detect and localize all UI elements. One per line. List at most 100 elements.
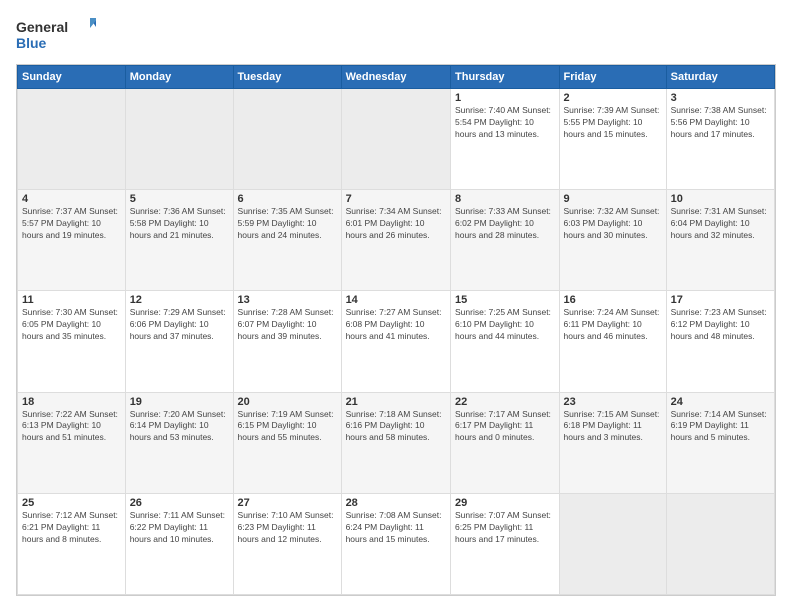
- calendar-week-row: 18Sunrise: 7:22 AM Sunset: 6:13 PM Dayli…: [18, 392, 775, 493]
- day-number: 26: [130, 497, 229, 509]
- calendar-cell: [125, 89, 233, 190]
- calendar-cell: [341, 89, 450, 190]
- day-info: Sunrise: 7:32 AM Sunset: 6:03 PM Dayligh…: [564, 206, 662, 242]
- calendar-cell: [559, 493, 666, 594]
- weekday-header: Wednesday: [341, 66, 450, 89]
- day-info: Sunrise: 7:22 AM Sunset: 6:13 PM Dayligh…: [22, 409, 121, 445]
- day-number: 21: [346, 396, 446, 408]
- calendar-cell: 28Sunrise: 7:08 AM Sunset: 6:24 PM Dayli…: [341, 493, 450, 594]
- day-number: 5: [130, 193, 229, 205]
- day-info: Sunrise: 7:15 AM Sunset: 6:18 PM Dayligh…: [564, 409, 662, 445]
- day-number: 14: [346, 294, 446, 306]
- day-number: 4: [22, 193, 121, 205]
- day-info: Sunrise: 7:35 AM Sunset: 5:59 PM Dayligh…: [238, 206, 337, 242]
- calendar-cell: 15Sunrise: 7:25 AM Sunset: 6:10 PM Dayli…: [451, 291, 560, 392]
- day-info: Sunrise: 7:17 AM Sunset: 6:17 PM Dayligh…: [455, 409, 555, 445]
- calendar-cell: 29Sunrise: 7:07 AM Sunset: 6:25 PM Dayli…: [451, 493, 560, 594]
- day-number: 12: [130, 294, 229, 306]
- day-info: Sunrise: 7:10 AM Sunset: 6:23 PM Dayligh…: [238, 510, 337, 546]
- day-info: Sunrise: 7:24 AM Sunset: 6:11 PM Dayligh…: [564, 307, 662, 343]
- weekday-header: Friday: [559, 66, 666, 89]
- calendar-cell: [18, 89, 126, 190]
- calendar-cell: 8Sunrise: 7:33 AM Sunset: 6:02 PM Daylig…: [451, 190, 560, 291]
- svg-text:Blue: Blue: [16, 35, 47, 51]
- calendar-cell: 25Sunrise: 7:12 AM Sunset: 6:21 PM Dayli…: [18, 493, 126, 594]
- header: General Blue: [16, 16, 776, 54]
- calendar-cell: 19Sunrise: 7:20 AM Sunset: 6:14 PM Dayli…: [125, 392, 233, 493]
- calendar-grid: SundayMondayTuesdayWednesdayThursdayFrid…: [16, 64, 776, 596]
- calendar-week-row: 25Sunrise: 7:12 AM Sunset: 6:21 PM Dayli…: [18, 493, 775, 594]
- calendar-cell: 13Sunrise: 7:28 AM Sunset: 6:07 PM Dayli…: [233, 291, 341, 392]
- calendar-cell: 23Sunrise: 7:15 AM Sunset: 6:18 PM Dayli…: [559, 392, 666, 493]
- calendar-week-row: 1Sunrise: 7:40 AM Sunset: 5:54 PM Daylig…: [18, 89, 775, 190]
- logo: General Blue: [16, 16, 96, 54]
- calendar-header: SundayMondayTuesdayWednesdayThursdayFrid…: [18, 66, 775, 89]
- day-number: 16: [564, 294, 662, 306]
- day-number: 22: [455, 396, 555, 408]
- day-number: 19: [130, 396, 229, 408]
- day-info: Sunrise: 7:37 AM Sunset: 5:57 PM Dayligh…: [22, 206, 121, 242]
- day-info: Sunrise: 7:18 AM Sunset: 6:16 PM Dayligh…: [346, 409, 446, 445]
- day-info: Sunrise: 7:40 AM Sunset: 5:54 PM Dayligh…: [455, 105, 555, 141]
- calendar-cell: 11Sunrise: 7:30 AM Sunset: 6:05 PM Dayli…: [18, 291, 126, 392]
- weekday-header: Monday: [125, 66, 233, 89]
- day-info: Sunrise: 7:19 AM Sunset: 6:15 PM Dayligh…: [238, 409, 337, 445]
- day-number: 9: [564, 193, 662, 205]
- day-info: Sunrise: 7:27 AM Sunset: 6:08 PM Dayligh…: [346, 307, 446, 343]
- calendar-cell: 5Sunrise: 7:36 AM Sunset: 5:58 PM Daylig…: [125, 190, 233, 291]
- day-info: Sunrise: 7:23 AM Sunset: 6:12 PM Dayligh…: [671, 307, 770, 343]
- calendar-cell: 12Sunrise: 7:29 AM Sunset: 6:06 PM Dayli…: [125, 291, 233, 392]
- day-number: 15: [455, 294, 555, 306]
- day-info: Sunrise: 7:11 AM Sunset: 6:22 PM Dayligh…: [130, 510, 229, 546]
- weekday-header: Tuesday: [233, 66, 341, 89]
- day-number: 11: [22, 294, 121, 306]
- day-number: 24: [671, 396, 770, 408]
- calendar-week-row: 4Sunrise: 7:37 AM Sunset: 5:57 PM Daylig…: [18, 190, 775, 291]
- calendar-cell: 16Sunrise: 7:24 AM Sunset: 6:11 PM Dayli…: [559, 291, 666, 392]
- calendar-cell: 14Sunrise: 7:27 AM Sunset: 6:08 PM Dayli…: [341, 291, 450, 392]
- calendar-cell: 4Sunrise: 7:37 AM Sunset: 5:57 PM Daylig…: [18, 190, 126, 291]
- day-number: 1: [455, 92, 555, 104]
- calendar-cell: 9Sunrise: 7:32 AM Sunset: 6:03 PM Daylig…: [559, 190, 666, 291]
- calendar-cell: 1Sunrise: 7:40 AM Sunset: 5:54 PM Daylig…: [451, 89, 560, 190]
- day-number: 18: [22, 396, 121, 408]
- day-number: 7: [346, 193, 446, 205]
- day-info: Sunrise: 7:14 AM Sunset: 6:19 PM Dayligh…: [671, 409, 770, 445]
- day-info: Sunrise: 7:36 AM Sunset: 5:58 PM Dayligh…: [130, 206, 229, 242]
- calendar-cell: 7Sunrise: 7:34 AM Sunset: 6:01 PM Daylig…: [341, 190, 450, 291]
- day-number: 28: [346, 497, 446, 509]
- calendar-cell: 3Sunrise: 7:38 AM Sunset: 5:56 PM Daylig…: [666, 89, 774, 190]
- calendar-cell: 22Sunrise: 7:17 AM Sunset: 6:17 PM Dayli…: [451, 392, 560, 493]
- calendar-cell: 24Sunrise: 7:14 AM Sunset: 6:19 PM Dayli…: [666, 392, 774, 493]
- day-info: Sunrise: 7:31 AM Sunset: 6:04 PM Dayligh…: [671, 206, 770, 242]
- day-number: 10: [671, 193, 770, 205]
- day-number: 25: [22, 497, 121, 509]
- day-number: 17: [671, 294, 770, 306]
- weekday-header: Thursday: [451, 66, 560, 89]
- calendar-cell: 2Sunrise: 7:39 AM Sunset: 5:55 PM Daylig…: [559, 89, 666, 190]
- calendar-cell: 6Sunrise: 7:35 AM Sunset: 5:59 PM Daylig…: [233, 190, 341, 291]
- calendar-cell: 10Sunrise: 7:31 AM Sunset: 6:04 PM Dayli…: [666, 190, 774, 291]
- day-number: 3: [671, 92, 770, 104]
- day-info: Sunrise: 7:34 AM Sunset: 6:01 PM Dayligh…: [346, 206, 446, 242]
- calendar-cell: 17Sunrise: 7:23 AM Sunset: 6:12 PM Dayli…: [666, 291, 774, 392]
- day-info: Sunrise: 7:08 AM Sunset: 6:24 PM Dayligh…: [346, 510, 446, 546]
- day-info: Sunrise: 7:12 AM Sunset: 6:21 PM Dayligh…: [22, 510, 121, 546]
- day-number: 13: [238, 294, 337, 306]
- calendar-cell: [666, 493, 774, 594]
- calendar-cell: 27Sunrise: 7:10 AM Sunset: 6:23 PM Dayli…: [233, 493, 341, 594]
- weekday-header: Saturday: [666, 66, 774, 89]
- calendar-cell: 26Sunrise: 7:11 AM Sunset: 6:22 PM Dayli…: [125, 493, 233, 594]
- day-info: Sunrise: 7:29 AM Sunset: 6:06 PM Dayligh…: [130, 307, 229, 343]
- day-info: Sunrise: 7:07 AM Sunset: 6:25 PM Dayligh…: [455, 510, 555, 546]
- day-number: 8: [455, 193, 555, 205]
- day-info: Sunrise: 7:28 AM Sunset: 6:07 PM Dayligh…: [238, 307, 337, 343]
- calendar-cell: 21Sunrise: 7:18 AM Sunset: 6:16 PM Dayli…: [341, 392, 450, 493]
- day-number: 27: [238, 497, 337, 509]
- day-info: Sunrise: 7:39 AM Sunset: 5:55 PM Dayligh…: [564, 105, 662, 141]
- calendar-week-row: 11Sunrise: 7:30 AM Sunset: 6:05 PM Dayli…: [18, 291, 775, 392]
- day-info: Sunrise: 7:25 AM Sunset: 6:10 PM Dayligh…: [455, 307, 555, 343]
- day-info: Sunrise: 7:33 AM Sunset: 6:02 PM Dayligh…: [455, 206, 555, 242]
- day-info: Sunrise: 7:38 AM Sunset: 5:56 PM Dayligh…: [671, 105, 770, 141]
- day-info: Sunrise: 7:30 AM Sunset: 6:05 PM Dayligh…: [22, 307, 121, 343]
